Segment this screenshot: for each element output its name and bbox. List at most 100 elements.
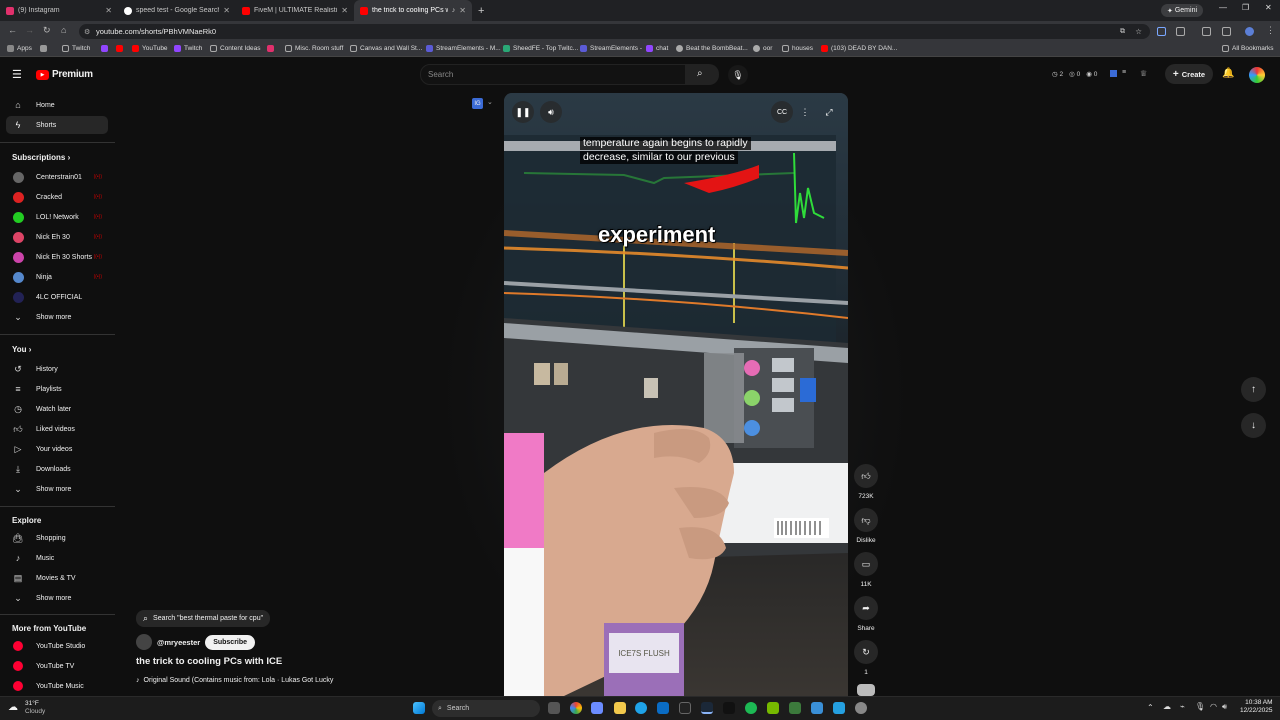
maximize-icon[interactable]: ❐ xyxy=(1242,3,1249,12)
task-view-icon[interactable] xyxy=(548,702,560,714)
subscriptions-heading[interactable]: Subscriptions › xyxy=(12,153,70,162)
close-icon[interactable]: ✕ xyxy=(459,6,466,15)
forward-icon[interactable]: → xyxy=(25,25,34,35)
chevron-down-icon[interactable]: ⌄ xyxy=(487,98,493,106)
kebab-menu-icon[interactable]: ⋮ xyxy=(1266,25,1275,36)
chrome-icon[interactable] xyxy=(570,702,582,714)
sidebar-item-cracked[interactable]: Cracked ((•)) xyxy=(6,188,108,206)
volume-button[interactable]: 🔊︎ xyxy=(540,101,562,123)
nvidia-icon[interactable] xyxy=(767,702,779,714)
previous-short-button[interactable]: ↑ xyxy=(1241,377,1266,402)
close-icon[interactable]: ✕ xyxy=(341,6,348,15)
bookmark-yt-icon[interactable] xyxy=(116,45,123,52)
sidebar-item-shopping[interactable]: 👜︎ Shopping xyxy=(6,529,108,547)
wifi-icon[interactable]: ◠ xyxy=(1210,702,1217,711)
volume-icon[interactable]: 🔊︎ xyxy=(1222,702,1227,712)
bookmark-twitch-folder[interactable]: Twitch xyxy=(62,45,90,52)
back-icon[interactable]: ← xyxy=(8,25,17,35)
new-tab-button[interactable]: + xyxy=(478,5,484,17)
bookmark-sheedfe[interactable]: SheedFE - Top Twitc... xyxy=(503,45,578,52)
star-icon[interactable]: ☆ xyxy=(1135,27,1142,36)
sidebar-item-centerstrain01[interactable]: Centerstrain01 ((•)) xyxy=(6,168,108,186)
pause-button[interactable]: ❚❚ xyxy=(512,101,534,123)
youtube-logo[interactable]: ▶ Premium xyxy=(36,69,93,80)
channel-avatar[interactable] xyxy=(136,634,152,650)
home-icon[interactable]: ⌂ xyxy=(61,25,66,35)
hamburger-menu-icon[interactable]: ☰ xyxy=(12,68,22,81)
microphone-icon[interactable]: 🎙 xyxy=(1195,702,1205,711)
sidebar-item-ninja[interactable]: Ninja ((•)) xyxy=(6,268,108,286)
sidebar-item-movies-tv[interactable]: ▤ Movies & TV xyxy=(6,569,108,587)
search-suggestion-chip[interactable]: ⌕ Search "best thermal paste for cpu" xyxy=(136,610,271,627)
terminal-icon[interactable] xyxy=(723,702,735,714)
microphone-icon[interactable]: 🎙 xyxy=(728,65,748,85)
sidebar-item-4lc-official[interactable]: 4LC OFFICIAL xyxy=(6,288,108,306)
sidepanel-icon[interactable] xyxy=(1202,27,1211,36)
extension-overlay-icon[interactable]: IG xyxy=(472,98,483,109)
create-button[interactable]: + Create xyxy=(1165,64,1213,84)
tab-youtube-short[interactable]: the trick to cooling PCs with... ♪ ✕ xyxy=(354,0,472,21)
bookmark-apps[interactable]: Apps xyxy=(7,45,32,52)
extensions-puzzle-icon[interactable] xyxy=(1176,27,1185,36)
sidebar-show-more-explore[interactable]: ⌄ Show more xyxy=(6,589,108,607)
bookmark-grid[interactable] xyxy=(40,45,47,52)
sidebar-item-nick-eh-30-shorts[interactable]: Nick Eh 30 Shorts ((•)) xyxy=(6,248,108,266)
sidebar-item-music[interactable]: ♪ Music xyxy=(6,549,108,567)
avatar[interactable] xyxy=(1249,67,1265,83)
share-button[interactable]: ➦ Share xyxy=(853,596,879,632)
sidebar-show-more-subscriptions[interactable]: ⌄ Show more xyxy=(6,308,108,326)
sidebar-show-more-you[interactable]: ⌄ Show more xyxy=(6,480,108,498)
dislike-button[interactable]: 👎︎ Dislike xyxy=(853,508,879,544)
bookmark-all[interactable]: All Bookmarks xyxy=(1222,45,1274,52)
captions-button[interactable]: CC xyxy=(771,101,793,123)
bookmark-misc-room[interactable]: Misc. Room stuff xyxy=(285,45,343,52)
settings-icon[interactable] xyxy=(855,702,867,714)
bookmark-oor[interactable]: oor xyxy=(753,45,772,52)
file-explorer-icon[interactable] xyxy=(614,702,626,714)
weather-widget[interactable]: 31°F Cloudy xyxy=(25,700,45,716)
reload-icon[interactable]: ↻ xyxy=(43,25,51,36)
tab-fivem[interactable]: FiveM | ULTIMATE Realistic Gra... ✕ xyxy=(236,0,354,21)
bookmark-twitch-icon[interactable] xyxy=(101,45,108,52)
sidebar-item-youtube-studio[interactable]: YouTube Studio xyxy=(6,637,108,655)
sidebar-item-liked-videos[interactable]: 👍︎ Liked videos xyxy=(6,420,108,438)
tab-google[interactable]: speed test - Google Search ✕ xyxy=(118,0,236,21)
bookmark-dead-by-daylight[interactable]: (103) DEAD BY DAN... xyxy=(821,45,897,52)
you-heading[interactable]: You › xyxy=(12,345,31,354)
close-icon[interactable]: ✕ xyxy=(223,6,230,15)
trophy-icon[interactable]: ♕ xyxy=(1140,69,1147,78)
next-short-button[interactable]: ↓ xyxy=(1241,413,1266,438)
speaker-icon[interactable]: ♪ xyxy=(452,7,456,14)
bell-icon[interactable]: 🔔 xyxy=(1222,68,1234,79)
sidebar-item-shorts[interactable]: ϟ Shorts xyxy=(6,116,108,134)
subscribe-button[interactable]: Subscribe xyxy=(205,634,256,650)
profile-avatar[interactable] xyxy=(1245,27,1254,36)
site-info-icon[interactable]: ⚙ xyxy=(84,28,90,36)
more-options-button[interactable]: ⋮ xyxy=(794,101,816,123)
steam-icon[interactable] xyxy=(701,702,713,714)
install-icon[interactable]: ⧉ xyxy=(1120,28,1125,36)
close-window-icon[interactable]: ✕ xyxy=(1265,3,1272,12)
extension-icon[interactable] xyxy=(1157,27,1166,36)
like-button[interactable]: 👍︎ 723K xyxy=(853,464,879,500)
bookmark-twitch[interactable]: Twitch xyxy=(174,45,202,52)
sidebar-item-your-videos[interactable]: ▷ Your videos xyxy=(6,440,108,458)
search-input[interactable]: Search xyxy=(420,64,686,85)
store-icon[interactable] xyxy=(657,702,669,714)
sidebar-item-watch-later[interactable]: ◷ Watch later xyxy=(6,400,108,418)
weather-icon[interactable]: ☁ xyxy=(8,702,18,713)
short-title[interactable]: the trick to cooling PCs with ICE xyxy=(136,656,486,667)
start-icon[interactable] xyxy=(413,702,425,714)
sidebar-item-youtube-music[interactable]: YouTube Music xyxy=(6,677,108,695)
fullscreen-button[interactable]: ⤢ xyxy=(818,101,840,123)
bookmark-houses[interactable]: houses xyxy=(782,45,813,52)
spotify-icon[interactable] xyxy=(745,702,757,714)
sidebar-item-downloads[interactable]: ⤓ Downloads xyxy=(6,460,108,478)
app-icon[interactable] xyxy=(833,702,845,714)
sidebar-item-lol-network[interactable]: LOL! Network ((•)) xyxy=(6,208,108,226)
search-button[interactable]: ⌕ xyxy=(686,64,719,85)
app-icon[interactable] xyxy=(811,702,823,714)
clock[interactable]: 10:38 AM 12/22/2025 xyxy=(1240,699,1273,715)
sidebar-item-home[interactable]: ⌂ Home xyxy=(6,96,108,114)
bookmark-beat-the-bomb[interactable]: Beat the BombBeat... xyxy=(676,45,748,52)
